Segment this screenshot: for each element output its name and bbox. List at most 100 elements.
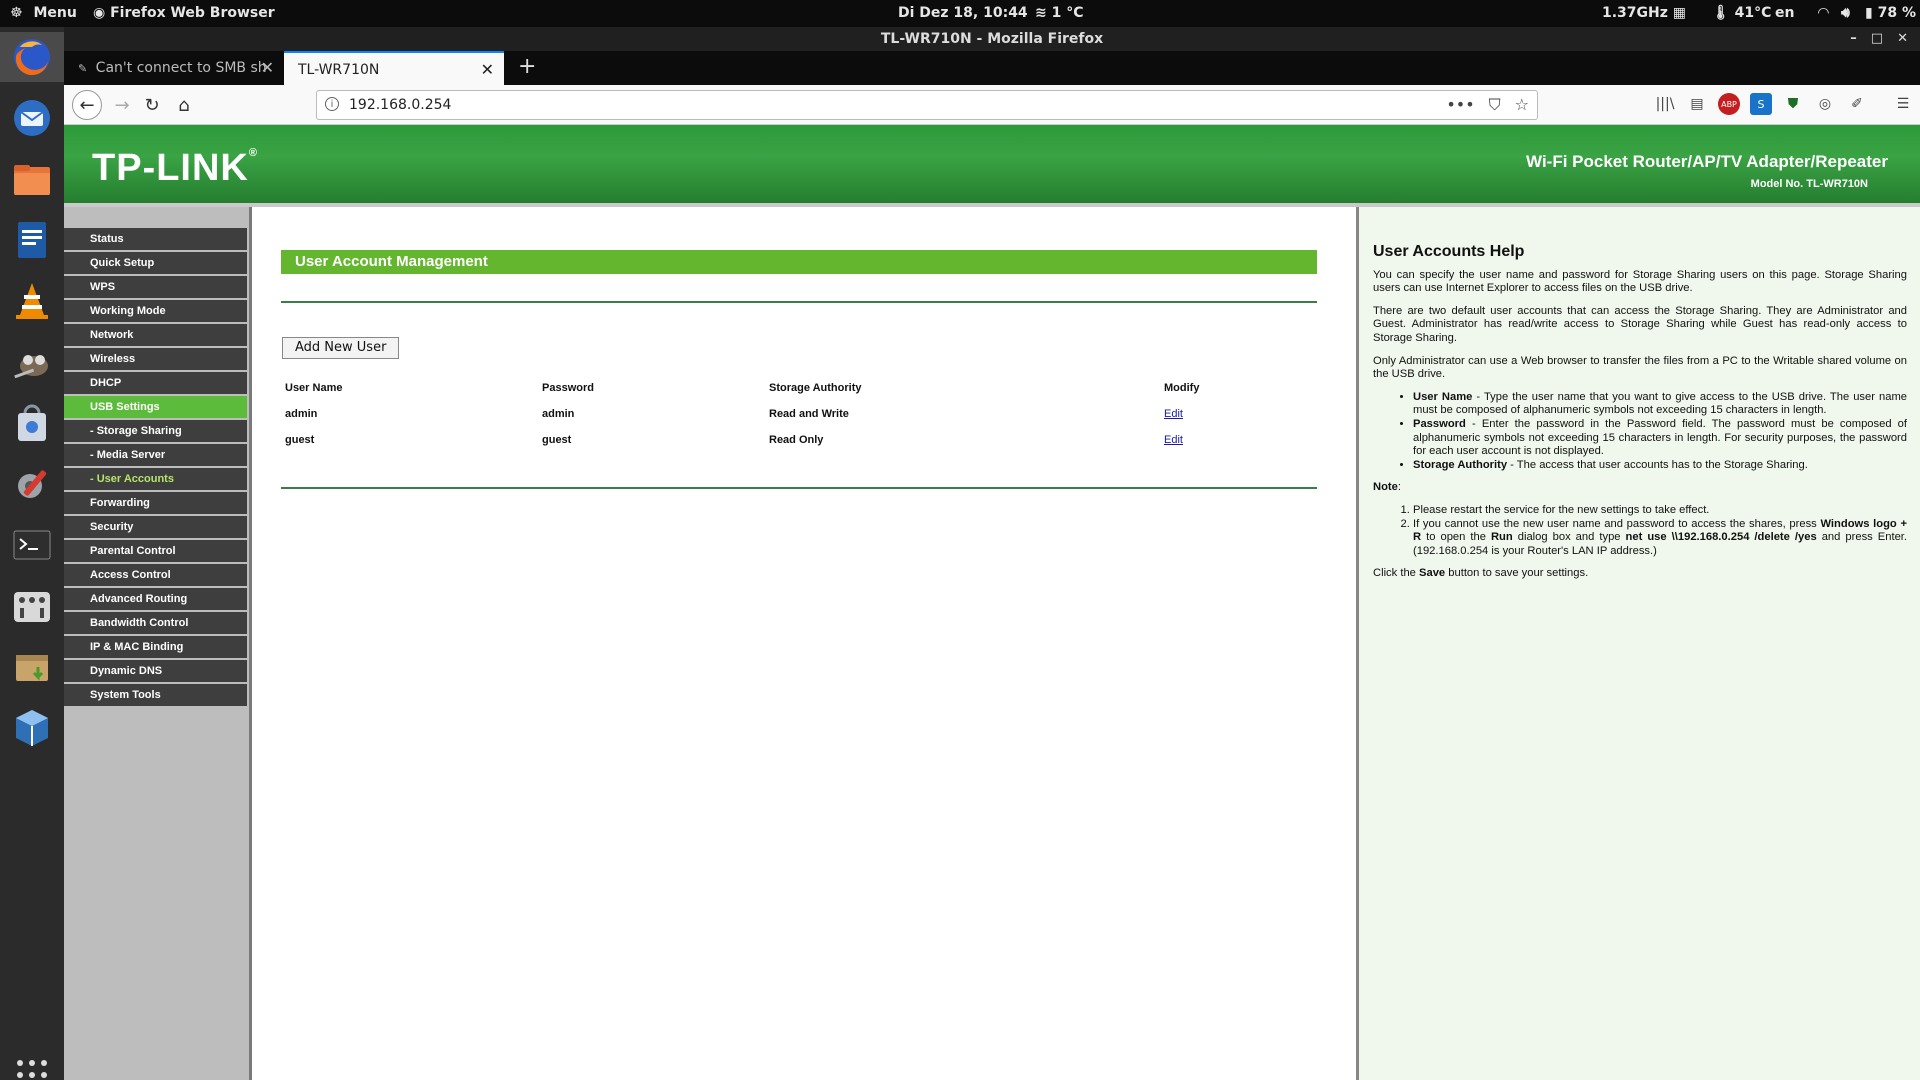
wifi-icon[interactable]: ◠ [1818, 5, 1829, 21]
sync-extension-icon[interactable]: ◎ [1814, 93, 1836, 115]
add-new-user-button[interactable]: Add New User [282, 337, 400, 359]
menu-forwarding[interactable]: Forwarding [64, 492, 247, 514]
menu-quick-setup[interactable]: Quick Setup [64, 252, 247, 274]
dock-files[interactable] [7, 154, 57, 204]
menu-media-server[interactable]: - Media Server [64, 444, 247, 466]
dock-archive[interactable] [7, 642, 57, 692]
menu-security[interactable]: Security [64, 516, 247, 538]
user-name-cell: admin [285, 408, 318, 420]
url-bar[interactable]: i 192.168.0.254 ••• ⛉ ☆ [316, 90, 1538, 120]
minimize-icon[interactable]: – [1850, 27, 1857, 51]
system-top-panel: ☸ Menu ◉ Firefox Web Browser Di Dez 18, … [0, 0, 1920, 27]
show-applications-icon[interactable] [14, 1057, 50, 1080]
site-info-icon[interactable]: i [325, 97, 339, 111]
forward-arrow-icon[interactable]: → [108, 91, 136, 119]
reload-icon[interactable]: ↻ [138, 91, 166, 119]
page-actions-icon[interactable]: ••• [1446, 95, 1474, 115]
menu-parental-control[interactable]: Parental Control [64, 540, 247, 562]
help-paragraph: There are two default user accounts that… [1373, 304, 1907, 344]
sidebar-icon[interactable]: ▤ [1686, 93, 1708, 115]
pocket-icon[interactable]: ⛉ [1489, 95, 1501, 115]
menu-network[interactable]: Network [64, 324, 247, 346]
cpu-icon: ▦ [1672, 5, 1687, 21]
menu-status[interactable]: Status [64, 228, 247, 250]
dock-virtualbox[interactable] [7, 703, 57, 753]
hamburger-menu-icon[interactable]: ☰ [1892, 93, 1914, 115]
cpu-frequency[interactable]: 1.37GHz ▦ [1602, 5, 1686, 21]
close-window-icon[interactable]: ✕ [1897, 27, 1908, 51]
tab-smb[interactable]: ✎ Can't connect to SMB sh ✕ [64, 51, 284, 85]
thunderbird-icon [14, 100, 50, 136]
dock-vlc[interactable] [7, 276, 57, 326]
menu-dynamic-dns[interactable]: Dynamic DNS [64, 660, 247, 682]
menu-working-mode[interactable]: Working Mode [64, 300, 247, 322]
menu-system-tools[interactable]: System Tools [64, 684, 247, 706]
menu-storage-sharing[interactable]: - Storage Sharing [64, 420, 247, 442]
dock-mixer[interactable] [7, 581, 57, 631]
menu-access-control[interactable]: Access Control [64, 564, 247, 586]
dock-gimp[interactable] [7, 337, 57, 387]
url-actions: ••• ⛉ ☆ [1446, 95, 1529, 115]
dock-settings[interactable] [7, 459, 57, 509]
window-titlebar[interactable]: TL-WR710N - Mozilla Firefox – □ ✕ [64, 27, 1920, 51]
library-icon[interactable]: |||\ [1654, 93, 1676, 115]
edit-link-guest[interactable]: Edit [1164, 434, 1183, 446]
thermometer-icon: 🌡︎ [1712, 5, 1730, 21]
help-note-item: If you cannot use the new user name and … [1413, 518, 1907, 559]
menu-button[interactable]: ☸ Menu [10, 5, 77, 21]
privacy-badger-icon[interactable]: ⛊ [1782, 93, 1804, 115]
temperature-indicator[interactable]: 🌡︎ 41°C [1712, 5, 1771, 21]
menu-wireless[interactable]: Wireless [64, 348, 247, 370]
dock-thunderbird[interactable] [7, 93, 57, 143]
terminal-icon [13, 530, 51, 560]
left-menu-frame: Status Quick Setup WPS Working Mode Netw… [64, 207, 252, 1080]
files-icon [14, 165, 50, 195]
clock[interactable]: Di Dez 18, 10:44 [898, 5, 1028, 21]
skype-extension-icon[interactable]: S [1750, 93, 1772, 115]
edit-link-admin[interactable]: Edit [1164, 408, 1183, 420]
help-note-label: Note: [1373, 481, 1401, 494]
menu-advanced-routing[interactable]: Advanced Routing [64, 588, 247, 610]
menu-wps[interactable]: WPS [64, 276, 247, 298]
sound-mixer-icon [14, 592, 50, 622]
firefox-small-icon: ◉ [93, 5, 106, 21]
window-controls: – □ ✕ [1850, 27, 1908, 51]
help-frame: User Accounts Help You can specify the u… [1356, 207, 1920, 1080]
divider-top [281, 301, 1317, 303]
weather-indicator[interactable]: ≋ 1 °C [1035, 5, 1084, 21]
noscript-icon[interactable]: ✐ [1846, 93, 1868, 115]
active-app-indicator[interactable]: ◉ Firefox Web Browser [93, 5, 275, 21]
help-note-list: Please restart the service for the new s… [1413, 504, 1907, 558]
dock-terminal[interactable] [7, 520, 57, 570]
close-tab-icon[interactable]: ✕ [481, 53, 494, 85]
new-tab-icon[interactable]: + [518, 51, 536, 85]
menu-usb-settings[interactable]: USB Settings [64, 396, 247, 418]
column-header-password: Password [542, 382, 594, 394]
battery-icon: ▮ [1865, 5, 1873, 21]
back-arrow-icon[interactable]: ← [72, 90, 102, 120]
menu-ip-mac-binding[interactable]: IP & MAC Binding [64, 636, 247, 658]
home-icon[interactable]: ⌂ [170, 91, 198, 119]
close-tab-icon[interactable]: ✕ [261, 51, 274, 85]
menu-user-accounts[interactable]: - User Accounts [64, 468, 247, 490]
dock-writer[interactable] [7, 215, 57, 265]
volume-icon[interactable]: 🔊︎ [1841, 5, 1850, 21]
dock-firefox[interactable] [0, 32, 64, 82]
column-header-user-name: User Name [285, 382, 343, 394]
battery-indicator[interactable]: ▮ 78 % [1865, 5, 1916, 21]
menu-dhcp[interactable]: DHCP [64, 372, 247, 394]
tab-strip: ✎ Can't connect to SMB sh ✕ TL-WR710N ✕ … [64, 51, 1920, 85]
writer-icon [18, 222, 46, 258]
dock-software[interactable] [7, 398, 57, 448]
url-text[interactable]: 192.168.0.254 [349, 97, 451, 113]
maximize-icon[interactable]: □ [1871, 27, 1883, 51]
adblock-plus-icon[interactable]: ABP [1718, 93, 1740, 115]
help-paragraph: Only Administrator can use a Web browser… [1373, 354, 1907, 381]
side-menu: Status Quick Setup WPS Working Mode Netw… [64, 228, 247, 708]
keyboard-layout[interactable]: en [1775, 5, 1794, 21]
user-name-cell: guest [285, 434, 315, 446]
menu-bandwidth-control[interactable]: Bandwidth Control [64, 612, 247, 634]
bookmark-star-icon[interactable]: ☆ [1515, 95, 1529, 115]
window-title: TL-WR710N - Mozilla Firefox [880, 31, 1104, 47]
tab-tl-wr710n[interactable]: TL-WR710N ✕ [284, 51, 504, 85]
